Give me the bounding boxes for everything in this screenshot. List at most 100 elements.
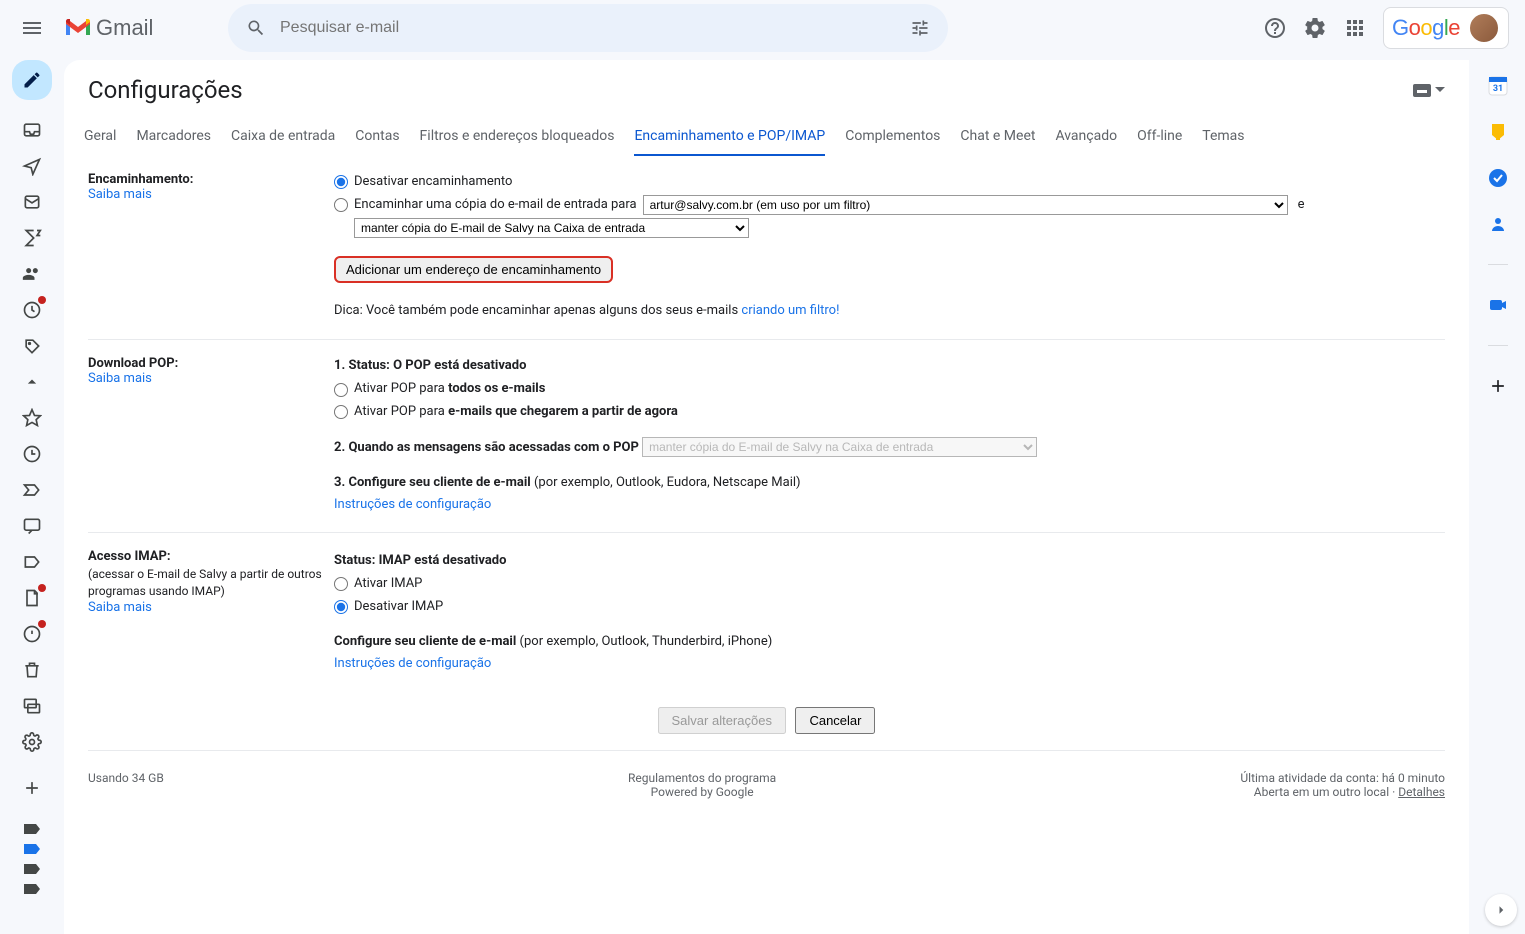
forwarding-disable-row: Desativar encaminhamento	[334, 172, 1445, 193]
create-filter-link[interactable]: criando um filtro!	[741, 303, 839, 318]
manage-labels-icon[interactable]	[16, 726, 48, 758]
sent-icon[interactable]	[16, 150, 48, 182]
radio-enable-forwarding[interactable]	[334, 198, 348, 212]
side-separator-2	[1488, 345, 1508, 346]
search-container	[228, 4, 948, 52]
scheduled-icon[interactable]	[16, 294, 48, 326]
get-addons-icon[interactable]	[1488, 376, 1508, 396]
details-link[interactable]: Detalhes	[1398, 785, 1445, 799]
main-menu-button[interactable]	[8, 4, 56, 52]
save-button: Salvar alterações	[658, 707, 786, 734]
imap-label-col: Acesso IMAP: (acessar o E-mail de Salvy …	[88, 549, 334, 675]
show-side-panel-button[interactable]	[1485, 894, 1517, 926]
contacts-side-icon[interactable]	[1488, 214, 1508, 234]
footer-usage: Usando 34 GB	[88, 771, 164, 799]
header: Gmail Google	[0, 0, 1525, 56]
pencil-icon	[22, 70, 42, 90]
radio-imap-disable[interactable]	[334, 600, 348, 614]
open-elsewhere: Aberta em um outro local · Detalhes	[1240, 785, 1445, 799]
user-label-1[interactable]	[22, 822, 42, 836]
pop-label-col: Download POP: Saiba mais	[88, 356, 334, 516]
settings-icon[interactable]	[1295, 8, 1335, 48]
calendar-icon[interactable]: 31	[1488, 76, 1508, 96]
footer-right: Última atividade da conta: há 0 minuto A…	[1240, 771, 1445, 799]
radio-imap-enable[interactable]	[334, 577, 348, 591]
drafts-icon[interactable]	[16, 186, 48, 218]
input-tools-indicator[interactable]: ▬	[1413, 84, 1445, 97]
forward-keep-select[interactable]: manter cópia do E-mail de Salvy na Caixa…	[354, 218, 749, 238]
search-box[interactable]	[228, 4, 948, 52]
create-label-icon[interactable]	[16, 772, 48, 804]
keep-icon[interactable]	[1488, 122, 1508, 142]
tasks-icon[interactable]	[1488, 168, 1508, 188]
add-forwarding-address-button[interactable]: Adicionar um endereço de encaminhamento	[334, 256, 613, 283]
pop-action-select: manter cópia do E-mail de Salvy na Caixa…	[642, 437, 1037, 457]
tab-inbox[interactable]: Caixa de entrada	[231, 118, 335, 156]
help-icon[interactable]	[1255, 8, 1295, 48]
imap-enable-label: Ativar IMAP	[354, 574, 422, 595]
forwarding-learn-more[interactable]: Saiba mais	[88, 187, 152, 202]
tab-accounts[interactable]: Contas	[355, 118, 399, 156]
radio-pop-now[interactable]	[334, 405, 348, 419]
header-left: Gmail	[8, 4, 228, 52]
pop-when-accessed-row: 2. Quando as mensagens são acessadas com…	[334, 437, 1445, 459]
program-policies-link[interactable]: Regulamentos do programa	[628, 771, 776, 785]
last-activity: Última atividade da conta: há 0 minuto	[1240, 771, 1445, 785]
tab-chat-meet[interactable]: Chat e Meet	[960, 118, 1035, 156]
tab-labels[interactable]: Marcadores	[136, 118, 211, 156]
important-nav-icon[interactable]	[16, 474, 48, 506]
user-label-4[interactable]	[22, 882, 42, 896]
tab-themes[interactable]: Temas	[1202, 118, 1244, 156]
history-icon[interactable]	[16, 438, 48, 470]
file-nav-icon[interactable]	[16, 582, 48, 614]
add-forward-wrap: Adicionar um endereço de encaminhamento	[334, 256, 1445, 283]
keyboard-icon: ▬	[1413, 84, 1431, 97]
search-icon[interactable]	[232, 4, 280, 52]
meet-icon[interactable]	[1488, 295, 1508, 315]
contacts-icon[interactable]	[16, 258, 48, 290]
google-account-button[interactable]: Google	[1383, 7, 1509, 49]
pop-learn-more[interactable]: Saiba mais	[88, 371, 152, 386]
forward-email-select[interactable]: artur@salvy.com.br (em uso por um filtro…	[643, 195, 1288, 215]
forums-icon[interactable]	[16, 690, 48, 722]
pop-title: Download POP:	[88, 356, 324, 371]
footer-center: Regulamentos do programa Powered by Goog…	[628, 771, 776, 799]
gmail-logo-text: Gmail	[96, 15, 153, 41]
imap-learn-more[interactable]: Saiba mais	[88, 600, 152, 615]
chat-icon[interactable]	[16, 510, 48, 542]
tune-icon[interactable]	[896, 4, 944, 52]
label-icon[interactable]	[16, 330, 48, 362]
tab-forwarding-pop-imap[interactable]: Encaminhamento e POP/IMAP	[634, 118, 825, 156]
user-label-3[interactable]	[22, 862, 42, 876]
starred-icon[interactable]	[16, 402, 48, 434]
cancel-button[interactable]: Cancelar	[795, 707, 875, 734]
snoozed-icon[interactable]	[16, 222, 48, 254]
imap-enable-row: Ativar IMAP	[334, 574, 1445, 595]
imap-instructions-link[interactable]: Instruções de configuração	[334, 656, 491, 671]
inbox-icon[interactable]	[16, 114, 48, 146]
search-input[interactable]	[280, 19, 896, 37]
tab-advanced[interactable]: Avançado	[1055, 118, 1117, 156]
gmail-logo[interactable]: Gmail	[56, 15, 153, 41]
expand-less-icon[interactable]	[16, 366, 48, 398]
forward-keep-row: manter cópia do E-mail de Salvy na Caixa…	[334, 218, 1445, 238]
save-row: Salvar alterações Cancelar	[88, 691, 1445, 751]
trash-icon[interactable]	[16, 654, 48, 686]
tab-filters[interactable]: Filtros e endereços bloqueados	[420, 118, 615, 156]
radio-disable-forwarding[interactable]	[334, 175, 348, 189]
user-labels	[22, 822, 42, 896]
forwarding-title: Encaminhamento:	[88, 172, 324, 187]
label-nav-icon[interactable]	[16, 546, 48, 578]
tab-addons[interactable]: Complementos	[845, 118, 940, 156]
imap-body: Status: IMAP está desativado Ativar IMAP…	[334, 549, 1445, 675]
apps-grid-icon[interactable]	[1335, 8, 1375, 48]
radio-pop-all[interactable]	[334, 383, 348, 397]
updates-icon[interactable]	[16, 618, 48, 650]
pop-instructions-link[interactable]: Instruções de configuração	[334, 497, 491, 512]
compose-button[interactable]	[12, 60, 52, 100]
section-imap: Acesso IMAP: (acessar o E-mail de Salvy …	[88, 533, 1445, 691]
imap-disable-row: Desativar IMAP	[334, 597, 1445, 618]
user-label-2[interactable]	[22, 842, 42, 856]
tab-general[interactable]: Geral	[84, 118, 116, 156]
tab-offline[interactable]: Off-line	[1137, 118, 1182, 156]
